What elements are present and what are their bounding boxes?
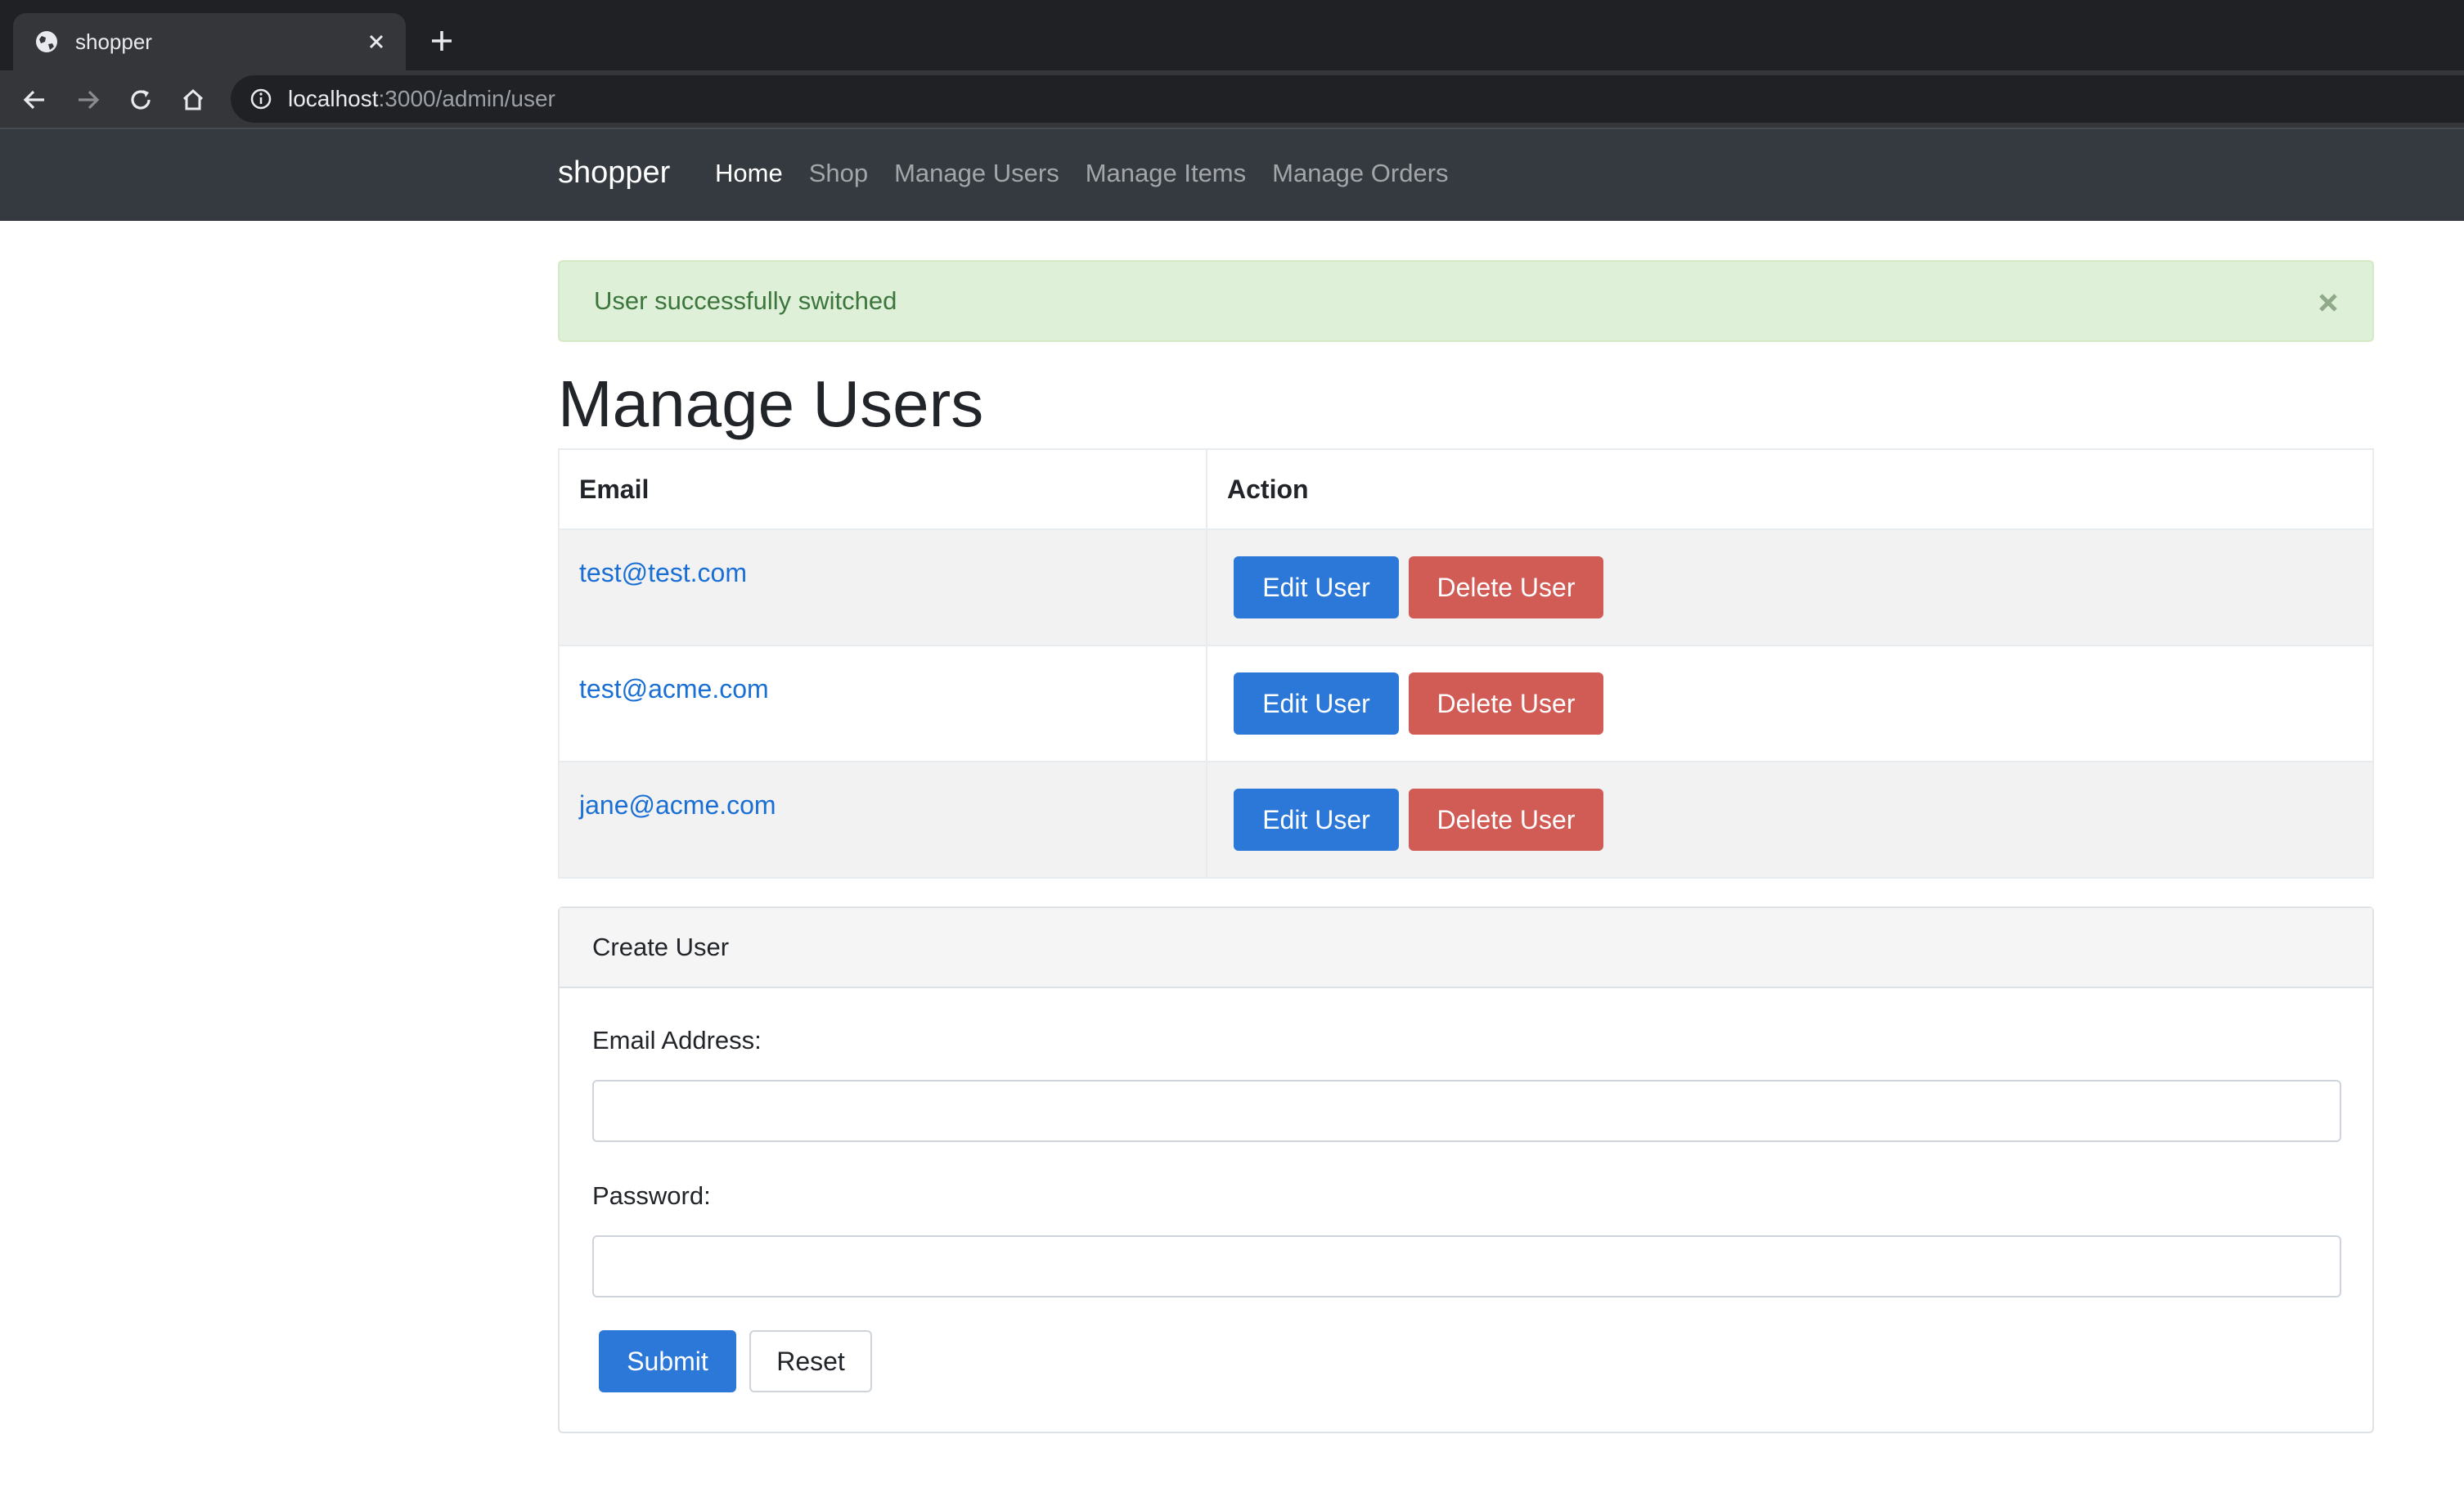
password-label: Password: xyxy=(592,1181,711,1210)
delete-user-button[interactable]: Delete User xyxy=(1409,672,1603,735)
browser-tab-strip: shopper xyxy=(0,0,2464,70)
email-cell: test@test.com xyxy=(558,528,1207,646)
nav-link-manage-items[interactable]: Manage Items xyxy=(1086,159,1246,188)
app-navbar: shopper Home Shop Manage Users Manage It… xyxy=(0,129,2464,221)
reload-icon[interactable] xyxy=(123,82,159,118)
browser-toolbar: localhost:3000/admin/user xyxy=(0,70,2464,129)
home-icon[interactable] xyxy=(175,82,211,118)
info-icon[interactable] xyxy=(249,87,273,111)
nav-link-manage-users[interactable]: Manage Users xyxy=(894,159,1059,188)
email-label: Email Address: xyxy=(592,1026,762,1055)
edit-user-button[interactable]: Edit User xyxy=(1234,556,1399,618)
nav-link-manage-orders[interactable]: Manage Orders xyxy=(1272,159,1448,188)
submit-button[interactable]: Submit xyxy=(599,1330,736,1392)
create-user-card: Create User Email Address: Password: Sub… xyxy=(558,906,2374,1433)
back-icon[interactable] xyxy=(16,82,52,118)
form-buttons: Submit Reset xyxy=(592,1330,2340,1392)
forward-icon[interactable] xyxy=(70,82,106,118)
tab-close-icon[interactable] xyxy=(358,24,394,60)
column-header-action: Action xyxy=(1206,448,2374,530)
action-cell: Edit User Delete User xyxy=(1206,645,2374,762)
users-table: Email Action test@test.com Edit User Dele… xyxy=(558,448,2374,879)
url-host: localhost xyxy=(288,86,379,111)
action-cell: Edit User Delete User xyxy=(1206,761,2374,879)
table-row: test@acme.com Edit User Delete User xyxy=(558,645,2374,762)
create-user-form: Email Address: Password: Submit Reset xyxy=(560,988,2372,1432)
alert-message: User successfully switched xyxy=(594,286,897,315)
success-alert: User successfully switched xyxy=(558,260,2374,342)
nav-link-shop[interactable]: Shop xyxy=(809,159,868,188)
user-email-link[interactable]: test@test.com xyxy=(579,558,747,587)
main-container: User successfully switched Manage Users … xyxy=(558,260,2374,1433)
action-cell: Edit User Delete User xyxy=(1206,528,2374,646)
column-header-email: Email xyxy=(558,448,1207,530)
user-email-link[interactable]: test@acme.com xyxy=(579,674,769,704)
address-bar[interactable]: localhost:3000/admin/user xyxy=(231,75,2464,123)
table-header-row: Email Action xyxy=(558,448,2374,530)
email-field[interactable] xyxy=(592,1080,2341,1142)
globe-icon xyxy=(34,29,59,54)
table-row: test@test.com Edit User Delete User xyxy=(558,528,2374,646)
url-text: localhost:3000/admin/user xyxy=(288,86,555,112)
nav-links: Home Shop Manage Users Manage Items Mana… xyxy=(715,159,1475,188)
delete-user-button[interactable]: Delete User xyxy=(1409,789,1603,851)
edit-user-button[interactable]: Edit User xyxy=(1234,672,1399,735)
password-field[interactable] xyxy=(592,1235,2341,1297)
edit-user-button[interactable]: Edit User xyxy=(1234,789,1399,851)
email-cell: test@acme.com xyxy=(558,645,1207,762)
close-icon[interactable] xyxy=(2312,286,2345,319)
email-cell: jane@acme.com xyxy=(558,761,1207,879)
create-user-header: Create User xyxy=(560,908,2372,988)
tab-title: shopper xyxy=(75,29,152,54)
nav-link-home[interactable]: Home xyxy=(715,159,783,188)
url-path: :3000/admin/user xyxy=(378,86,555,111)
page-title: Manage Users xyxy=(558,367,984,440)
reset-button[interactable]: Reset xyxy=(749,1330,872,1392)
table-row: jane@acme.com Edit User Delete User xyxy=(558,761,2374,879)
new-tab-icon[interactable] xyxy=(424,23,460,59)
navbar-brand[interactable]: shopper xyxy=(558,155,670,191)
user-email-link[interactable]: jane@acme.com xyxy=(579,790,776,820)
browser-tab[interactable]: shopper xyxy=(13,13,406,70)
delete-user-button[interactable]: Delete User xyxy=(1409,556,1603,618)
